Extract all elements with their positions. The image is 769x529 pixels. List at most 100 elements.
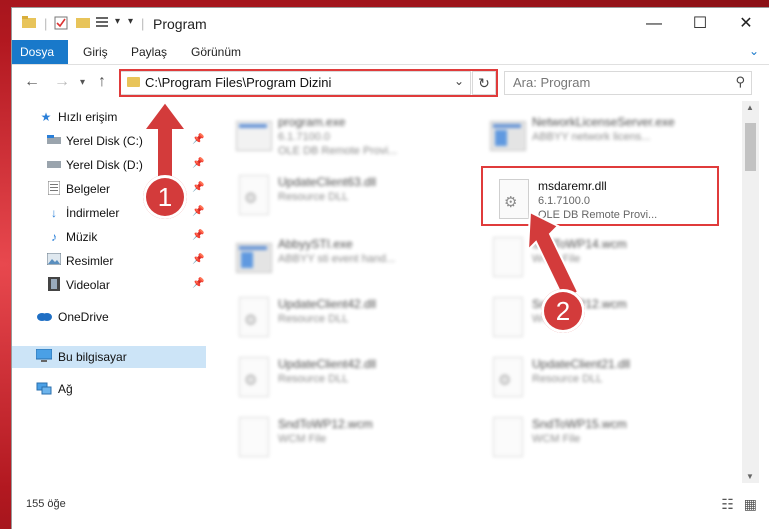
- sidebar-item-label: İndirmeler: [66, 206, 120, 220]
- search-input[interactable]: Ara: Program ⚲: [504, 71, 752, 95]
- chevron-down-icon[interactable]: ▾: [128, 16, 133, 27]
- properties-icon[interactable]: [54, 16, 68, 33]
- file-item[interactable]: SndToWP12.wcm WCM File: [236, 413, 476, 471]
- exe-icon: [490, 115, 526, 157]
- minimize-button[interactable]: —: [631, 8, 677, 40]
- file-name: UpdateClient42.dll: [278, 357, 377, 371]
- file-name: UpdateClient63.dll: [278, 175, 377, 189]
- file-item[interactable]: AbbyySTI.exe ABBYY sti event hand...: [236, 233, 476, 291]
- tiles-view-icon[interactable]: ▦: [744, 496, 757, 512]
- pin-icon[interactable]: 📌: [192, 206, 204, 217]
- recent-locations-icon[interactable]: ▾: [80, 77, 85, 88]
- file-description: WCM File: [532, 433, 581, 445]
- file-version: 6.1.7100.0: [278, 131, 330, 143]
- file-item[interactable]: program.exe 6.1.7100.0 OLE DB Remote Pro…: [236, 111, 476, 169]
- file-item[interactable]: NetworkLicenseServer.exe ABBYY network l…: [490, 111, 730, 169]
- file-item[interactable]: ⚙ UpdateClient42.dll Resource DLL: [236, 293, 476, 351]
- drive-icon: [46, 157, 62, 173]
- sidebar-item-ag[interactable]: Ağ: [12, 378, 206, 400]
- sidebar-item-label: Resimler: [66, 254, 114, 268]
- pin-icon[interactable]: 📌: [192, 158, 204, 169]
- maximize-button[interactable]: ☐: [677, 8, 723, 40]
- video-icon: [46, 277, 62, 293]
- view-toggle[interactable]: ☷ ▦: [721, 496, 757, 513]
- download-icon: ↓: [51, 206, 57, 220]
- file-description: Resource DLL: [278, 313, 349, 325]
- cloud-icon: [36, 309, 52, 325]
- dll-icon: ⚙: [236, 297, 272, 339]
- network-icon: [36, 381, 52, 397]
- sidebar-item-label: Yerel Disk (D:): [66, 158, 143, 172]
- folder-icon[interactable]: [22, 16, 36, 31]
- file-name: UpdateClient42.dll: [278, 297, 377, 311]
- address-highlight-box: [119, 69, 498, 97]
- file-name: NetworkLicenseServer.exe: [532, 115, 675, 129]
- ribbon-expand-button[interactable]: ⌄: [749, 44, 759, 58]
- new-folder-icon[interactable]: [76, 16, 90, 31]
- title-bar: | ▾ ▾ | Program — ☐ ✕: [12, 8, 769, 40]
- file-description: ABBYY sti event hand...: [278, 253, 396, 265]
- sidebar-item-label: OneDrive: [58, 310, 109, 324]
- explorer-window: | ▾ ▾ | Program — ☐ ✕ Dosya Giriş Paylaş…: [12, 8, 769, 529]
- dll-icon: ⚙: [490, 357, 526, 399]
- scroll-up-icon[interactable]: ▲: [746, 103, 754, 112]
- file-item[interactable]: SndToWP15.wcm WCM File: [490, 413, 730, 471]
- file-item[interactable]: ⚙ UpdateClient21.dll Resource DLL: [490, 353, 730, 411]
- tab-giris[interactable]: Giriş: [74, 40, 117, 64]
- pin-icon[interactable]: 📌: [192, 254, 204, 265]
- file-description: OLE DB Remote Provi...: [278, 145, 398, 157]
- sidebar-item-label: Müzik: [66, 230, 98, 244]
- file-name: SndToWP12.wcm: [278, 417, 373, 431]
- tab-paylas[interactable]: Paylaş: [122, 40, 176, 64]
- vertical-scrollbar[interactable]: ▲ ▼: [742, 101, 759, 483]
- sidebar-item-label: Bu bilgisayar: [58, 350, 127, 364]
- pin-icon[interactable]: 📌: [192, 182, 204, 193]
- scroll-down-icon[interactable]: ▼: [746, 472, 754, 481]
- item-count: 155 öğe: [26, 498, 66, 510]
- file-description: WCM File: [278, 433, 327, 445]
- sidebar-item-bu-bilgisayar[interactable]: Bu bilgisayar: [12, 346, 206, 368]
- file-description: Resource DLL: [278, 191, 349, 203]
- computer-icon: [35, 348, 53, 365]
- step-badge-2: 2: [541, 289, 585, 333]
- drive-icon: [46, 133, 62, 149]
- sidebar-item-muzik[interactable]: ♪ Müzik 📌: [12, 226, 206, 248]
- pin-icon[interactable]: 📌: [192, 278, 204, 289]
- sidebar-item-label: Hızlı erişim: [58, 110, 118, 124]
- up-arrow-icon[interactable]: ↑: [98, 73, 106, 91]
- exe-icon: [236, 115, 272, 157]
- scroll-thumb[interactable]: [745, 123, 756, 171]
- pin-icon[interactable]: 📌: [192, 230, 204, 241]
- dll-icon: ⚙: [236, 357, 272, 399]
- file-description: Resource DLL: [532, 373, 603, 385]
- file-name: UpdateClient21.dll: [532, 357, 631, 371]
- close-button[interactable]: ✕: [723, 8, 769, 40]
- file-list: program.exe 6.1.7100.0 OLE DB Remote Pro…: [220, 101, 740, 483]
- pin-icon[interactable]: 📌: [192, 134, 204, 145]
- file-icon: [490, 417, 526, 459]
- file-item[interactable]: ⚙ UpdateClient63.dll Resource DLL: [236, 171, 476, 229]
- documents-icon: [46, 180, 62, 197]
- window-title: Program: [153, 16, 207, 32]
- search-icon: ⚲: [735, 74, 745, 89]
- status-bar: 155 öğe ☷ ▦: [12, 496, 769, 518]
- ribbon-tabs: Dosya Giriş Paylaş Görünüm ⌄: [12, 40, 769, 65]
- tab-gorunum[interactable]: Görünüm: [182, 40, 250, 64]
- file-icon: [490, 297, 526, 339]
- sidebar-item-label: Yerel Disk (C:): [66, 134, 143, 148]
- details-view-icon[interactable]: ☷: [721, 496, 734, 512]
- sidebar-item-onedrive[interactable]: OneDrive: [12, 306, 206, 328]
- file-icon: [236, 417, 272, 459]
- file-highlight-box: [481, 166, 719, 226]
- back-arrow-icon[interactable]: ←: [24, 73, 40, 91]
- sidebar-item-resimler[interactable]: Resimler 📌: [12, 250, 206, 272]
- dll-icon: ⚙: [236, 175, 272, 217]
- file-description: Resource DLL: [278, 373, 349, 385]
- forward-arrow-icon[interactable]: →: [54, 73, 70, 91]
- file-description: ABBYY network licens...: [532, 131, 651, 143]
- tab-dosya[interactable]: Dosya: [12, 40, 68, 64]
- sidebar-item-videolar[interactable]: Videolar 📌: [12, 274, 206, 296]
- file-item[interactable]: ⚙ UpdateClient42.dll Resource DLL: [236, 353, 476, 411]
- customize-icon[interactable]: [96, 16, 112, 31]
- quick-access-dropdown[interactable]: ▾: [115, 16, 120, 27]
